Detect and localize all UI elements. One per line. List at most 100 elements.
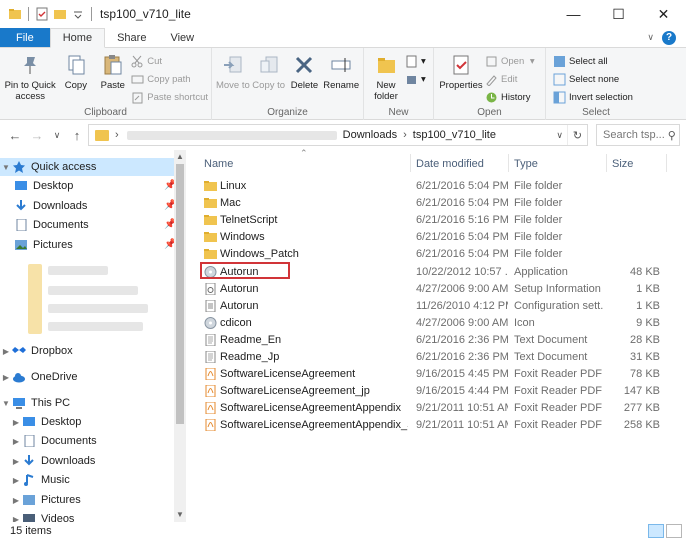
file-row[interactable]: Readme_Jp 6/21/2016 2:36 PM Text Document 3… — [196, 349, 686, 366]
nav-quick-documents[interactable]: Documents — [14, 216, 89, 234]
select-none-button[interactable]: Select none — [553, 71, 633, 87]
file-name: TelnetScript — [220, 214, 278, 227]
properties-icon[interactable] — [35, 7, 49, 21]
file-row[interactable]: Readme_En 6/21/2016 2:36 PM Text Document 2… — [196, 332, 686, 349]
file-row[interactable]: Autorun 4/27/2006 9:00 AM Setup Informatio… — [196, 281, 686, 298]
file-size: 48 KB — [630, 265, 660, 278]
folder-row[interactable]: Windows 6/21/2016 5:04 PM File folder — [196, 229, 686, 246]
column-header-size[interactable]: Size — [612, 154, 633, 174]
folder-row[interactable]: Windows_Patch 6/21/2016 5:04 PM File folde… — [196, 246, 686, 263]
minimize-button[interactable]: — — [551, 0, 596, 28]
item-count: 15 items — [10, 525, 52, 537]
select-all-button[interactable]: Select all — [553, 53, 633, 69]
file-row[interactable]: SoftwareLicenseAgreementAppendix 9/21/201… — [196, 400, 686, 417]
open-button[interactable]: Open ▾ — [485, 53, 535, 69]
chevron-down-icon[interactable]: ▼ — [0, 163, 12, 172]
select-none-icon — [553, 73, 566, 86]
tab-home[interactable]: Home — [49, 28, 106, 48]
chevron-right-icon[interactable]: ▶ — [10, 496, 22, 505]
file-name: Mac — [220, 197, 241, 210]
tab-file[interactable]: File — [0, 28, 50, 47]
nav-dropbox[interactable]: ▶ Dropbox — [0, 342, 73, 360]
redacted-folders — [28, 258, 174, 338]
address-dropdown-icon[interactable]: ∨ — [556, 130, 563, 141]
file-row[interactable]: SoftwareLicenseAgreement_jp 9/16/2015 4:4… — [196, 383, 686, 400]
chevron-right-icon[interactable]: ▶ — [10, 418, 22, 427]
open-group: Properties Open ▾ Edit History Open — [434, 48, 546, 120]
paste-shortcut-button[interactable]: Paste shortcut — [131, 89, 208, 105]
nav-this-pc[interactable]: ▼ This PC — [0, 394, 70, 412]
large-icons-view-button[interactable] — [666, 524, 682, 538]
nav-pc-videos[interactable]: ▶ Videos — [10, 510, 74, 522]
details-view-button[interactable] — [648, 524, 664, 538]
column-header-type[interactable]: Type — [514, 154, 538, 174]
file-date: 6/21/2016 2:36 PM — [416, 333, 508, 346]
chevron-down-icon[interactable]: ▼ — [0, 399, 12, 408]
folder-row[interactable]: TelnetScript 6/21/2016 5:16 PM File folder — [196, 212, 686, 229]
search-input[interactable]: Search tsp... ⚲ — [596, 124, 680, 146]
file-date: 10/22/2012 10:57 ... — [416, 265, 508, 278]
config-icon — [204, 299, 217, 312]
file-type: File folder — [514, 197, 563, 210]
up-button[interactable]: ↑ — [68, 128, 86, 143]
file-type: File folder — [514, 214, 563, 227]
file-size: 78 KB — [630, 368, 660, 381]
nav-pc-downloads[interactable]: ▶ Downloads — [10, 452, 95, 470]
new-folder-icon[interactable] — [53, 7, 67, 21]
chevron-right-icon[interactable]: ▶ — [10, 457, 22, 466]
chevron-right-icon[interactable]: ▶ — [10, 437, 22, 446]
tab-view[interactable]: View — [158, 28, 206, 47]
file-name: Readme_Jp — [220, 351, 280, 363]
file-type: Application — [514, 265, 568, 278]
nav-pc-desktop[interactable]: ▶ Desktop — [10, 413, 81, 431]
nav-pc-documents[interactable]: ▶ Documents — [10, 432, 97, 450]
file-row[interactable]: cdicon 4/27/2006 9:00 AM Icon 9 KB — [196, 315, 686, 332]
scroll-down-icon[interactable]: ▼ — [174, 510, 186, 519]
pdf-icon — [204, 419, 217, 432]
back-button[interactable]: ← — [6, 128, 24, 143]
nav-pc-pictures[interactable]: ▶ Pictures — [10, 491, 81, 509]
select-label: Select — [582, 107, 610, 118]
folder-row[interactable]: Mac 6/21/2016 5:04 PM File folder — [196, 195, 686, 212]
column-header-date[interactable]: Date modified — [416, 154, 484, 174]
nav-quick-pictures[interactable]: Pictures — [14, 236, 73, 254]
file-row[interactable]: SoftwareLicenseAgreement 9/16/2015 4:45 P… — [196, 366, 686, 383]
recent-locations-icon[interactable]: ∨ — [48, 130, 66, 141]
disc-icon — [204, 316, 217, 329]
column-header-name[interactable]: Name — [204, 154, 233, 174]
open-label: Open — [477, 107, 502, 118]
maximize-button[interactable]: ☐ — [596, 0, 641, 28]
edit-button[interactable]: Edit — [485, 71, 535, 87]
breadcrumb-downloads[interactable]: Downloads — [343, 129, 397, 141]
nav-scrollbar[interactable]: ▲ ▼ — [174, 150, 186, 522]
close-button[interactable]: ✕ — [641, 0, 686, 28]
breadcrumb-current[interactable]: tsp100_v710_lite — [413, 129, 496, 141]
scrollbar-thumb[interactable] — [176, 164, 184, 424]
nav-pc-music[interactable]: ▶ Music — [10, 471, 70, 489]
history-button[interactable]: History — [485, 89, 535, 105]
nav-onedrive[interactable]: ▶ OneDrive — [0, 368, 78, 386]
cut-button[interactable]: Cut — [131, 53, 208, 69]
address-field[interactable]: › Downloads › tsp100_v710_lite ∨ ↻ — [88, 124, 588, 146]
expand-ribbon-icon[interactable]: ∨ — [647, 32, 654, 43]
new-item-button[interactable]: ▾ — [405, 53, 426, 69]
easy-access-button[interactable]: ▾ — [405, 71, 426, 87]
customize-dropdown-icon[interactable] — [71, 7, 85, 21]
file-row[interactable]: Autorun 11/26/2010 4:12 PM Configuration s… — [196, 298, 686, 315]
folder-row[interactable]: Linux 6/21/2016 5:04 PM File folder — [196, 178, 686, 195]
help-icon[interactable]: ? — [662, 30, 676, 45]
forward-button[interactable]: → — [28, 128, 46, 143]
nav-quick-desktop[interactable]: Desktop — [14, 177, 73, 195]
chevron-right-icon[interactable]: ▶ — [10, 476, 22, 485]
chevron-right-icon[interactable]: ▶ — [0, 347, 12, 356]
refresh-icon[interactable]: ↻ — [567, 125, 587, 145]
copy-path-button[interactable]: Copy path — [131, 71, 208, 87]
chevron-right-icon[interactable]: ▶ — [10, 515, 22, 523]
tab-share[interactable]: Share — [105, 28, 158, 47]
nav-quick-access[interactable]: ▼ Quick access — [0, 158, 174, 176]
chevron-right-icon[interactable]: ▶ — [0, 373, 12, 382]
file-row[interactable]: SoftwareLicenseAgreementAppendix_Set... 9… — [196, 417, 686, 434]
nav-quick-downloads[interactable]: Downloads — [14, 197, 87, 215]
scroll-up-icon[interactable]: ▲ — [174, 152, 186, 161]
invert-selection-button[interactable]: Invert selection — [553, 89, 633, 105]
